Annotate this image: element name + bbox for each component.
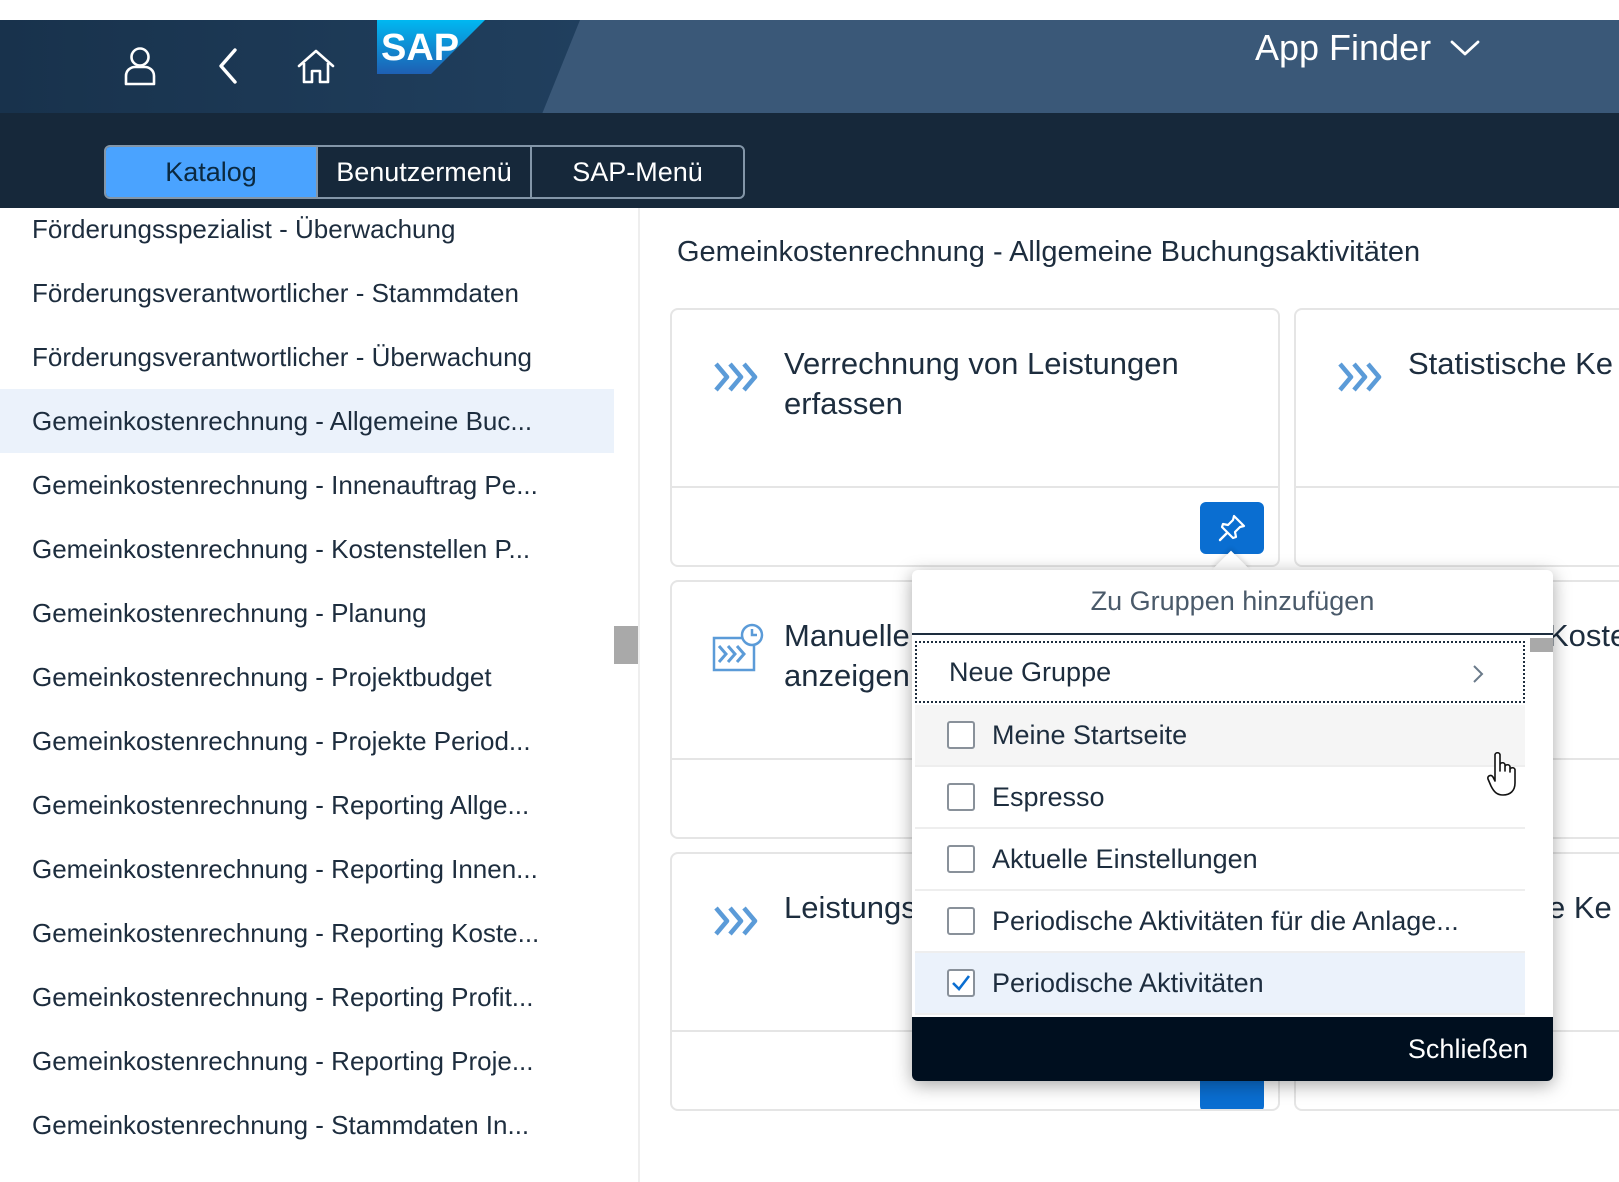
group-checkbox[interactable]	[947, 783, 975, 811]
group-label: Periodische Aktivitäten für die Anlage..…	[992, 905, 1459, 936]
popover-scrollbar-thumb[interactable]	[1530, 638, 1553, 652]
app-finder-menu[interactable]: App Finder	[1255, 24, 1481, 72]
tile-title: Verrechnung von Leistungen	[784, 346, 1179, 381]
catalog-scrollbar-thumb[interactable]	[614, 626, 638, 664]
group-item[interactable]: Aktuelle Einstellungen	[915, 829, 1525, 891]
list-item[interactable]: Gemeinkostenrechnung - Reporting Allge..…	[0, 773, 614, 837]
popover-title: Zu Gruppen hinzufügen	[912, 570, 1553, 635]
group-label: Espresso	[992, 781, 1105, 812]
tile-title: Koste	[1548, 618, 1619, 653]
window-top-strip	[0, 0, 1619, 20]
tab-benutzermenu[interactable]: Benutzermenü	[318, 147, 532, 197]
tile-title: Statistische Ke	[1408, 346, 1614, 381]
close-button[interactable]: Schließen	[1408, 1034, 1528, 1065]
tile-title: erfassen	[784, 386, 903, 421]
chevrons-icon	[1338, 362, 1382, 392]
checkmark-icon	[952, 975, 971, 991]
popover-footer: Schließen	[912, 1017, 1553, 1081]
app-finder-title: App Finder	[1255, 27, 1432, 68]
view-switcher: Katalog Benutzermenü SAP-Menü	[104, 145, 745, 199]
list-item[interactable]: Gemeinkostenrechnung - Stammdaten In...	[0, 1093, 614, 1157]
hand-cursor-icon	[1487, 751, 1516, 796]
list-item[interactable]: Gemeinkostenrechnung - Projektbudget	[0, 645, 614, 709]
group-item[interactable]: Espresso	[915, 767, 1525, 829]
home-icon[interactable]	[292, 42, 340, 90]
chevrons-clock-icon	[712, 623, 764, 672]
pane-divider	[638, 208, 640, 1182]
back-icon[interactable]	[204, 42, 252, 90]
list-item-selected[interactable]: Gemeinkostenrechnung - Allgemeine Buc...	[0, 389, 614, 453]
sap-logo[interactable]: SAP	[377, 20, 485, 74]
app-tile[interactable]: Statistische Ke	[1294, 308, 1619, 567]
tile-title: anzeigen	[784, 658, 910, 693]
group-checkbox[interactable]	[947, 721, 975, 749]
list-item[interactable]: Förderungsverantwortlicher - Überwachung	[0, 325, 614, 389]
chevron-right-icon	[1473, 665, 1484, 683]
group-checkbox-checked[interactable]	[947, 969, 975, 997]
list-item[interactable]: Förderungsverantwortlicher - Stammdaten	[0, 261, 614, 325]
tile-title: Manuelle	[784, 618, 910, 653]
svg-text:SAP: SAP	[381, 27, 459, 69]
list-item[interactable]: Gemeinkostenrechnung - Planung	[0, 581, 614, 645]
list-item[interactable]: Gemeinkostenrechnung - Reporting Koste..…	[0, 901, 614, 965]
tile-title: Leistungs	[784, 890, 917, 925]
chevron-down-icon	[1450, 40, 1480, 56]
list-item[interactable]: Gemeinkostenrechnung - Reporting Innen..…	[0, 837, 614, 901]
group-item[interactable]: Periodische Aktivitäten für die Anlage..…	[915, 891, 1525, 953]
chevrons-icon	[714, 362, 758, 392]
catalog-list: Förderungsspezialist - Überwachung Förde…	[0, 208, 614, 1182]
tab-sap-menu[interactable]: SAP-Menü	[532, 147, 743, 197]
group-checkbox[interactable]	[947, 907, 975, 935]
list-item[interactable]: Gemeinkostenrechnung - Reporting Proje..…	[0, 1029, 614, 1093]
catalog-title: Gemeinkostenrechnung - Allgemeine Buchun…	[677, 236, 1421, 268]
tab-katalog[interactable]: Katalog	[106, 147, 318, 197]
list-item[interactable]: Gemeinkostenrechnung - Reporting Profit.…	[0, 965, 614, 1029]
pin-button[interactable]	[1200, 502, 1264, 554]
group-label: Periodische Aktivitäten	[992, 967, 1264, 998]
list-item[interactable]: Gemeinkostenrechnung - Innenauftrag Pe..…	[0, 453, 614, 517]
group-label: Aktuelle Einstellungen	[992, 843, 1258, 874]
tile-title: e Ke	[1548, 890, 1612, 925]
group-checkbox[interactable]	[947, 845, 975, 873]
pin-icon	[1218, 514, 1246, 542]
app-tile[interactable]: Verrechnung von Leistungen erfassen	[670, 308, 1280, 567]
group-label: Meine Startseite	[992, 719, 1188, 750]
add-to-groups-popover: Zu Gruppen hinzufügen Neue Gruppe Meine …	[912, 570, 1553, 1081]
group-item[interactable]: Periodische Aktivitäten	[915, 953, 1525, 1015]
list-item[interactable]: Gemeinkostenrechnung - Projekte Period..…	[0, 709, 614, 773]
new-group-item[interactable]: Neue Gruppe	[915, 641, 1525, 703]
group-item[interactable]: Meine Startseite	[915, 705, 1525, 767]
new-group-label: Neue Gruppe	[949, 656, 1112, 687]
list-item[interactable]: Gemeinkostenrechnung - Kostenstellen P..…	[0, 517, 614, 581]
chevrons-icon	[714, 906, 758, 936]
list-item[interactable]: Förderungsspezialist - Überwachung	[0, 208, 614, 261]
user-icon[interactable]	[116, 42, 164, 90]
